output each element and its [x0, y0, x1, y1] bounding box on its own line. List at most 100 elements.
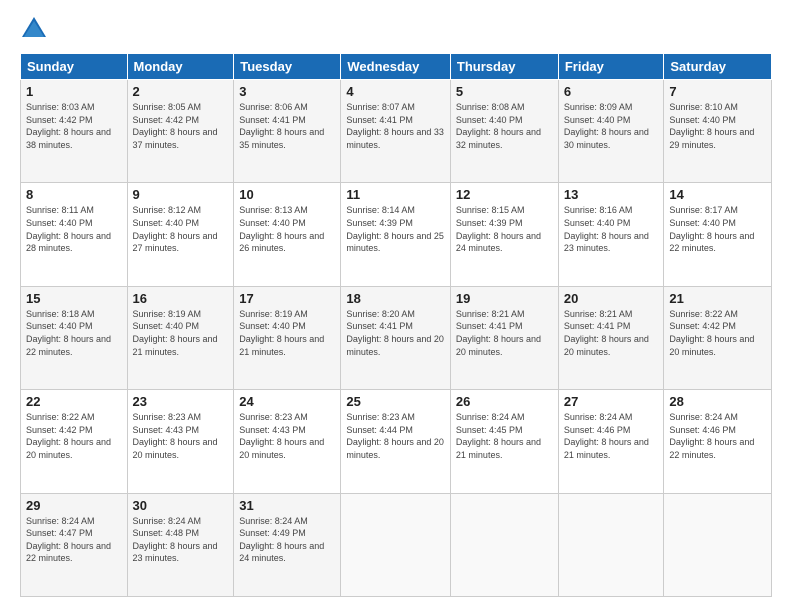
calendar-cell: 12 Sunrise: 8:15 AMSunset: 4:39 PMDayligh…	[450, 183, 558, 286]
day-number: 2	[133, 84, 229, 99]
day-number: 16	[133, 291, 229, 306]
day-info: Sunrise: 8:07 AMSunset: 4:41 PMDaylight:…	[346, 101, 445, 151]
weekday-header-sunday: Sunday	[21, 54, 128, 80]
calendar-cell: 6Sunrise: 8:09 AMSunset: 4:40 PMDaylight…	[558, 80, 664, 183]
day-info: Sunrise: 8:21 AMSunset: 4:41 PMDaylight:…	[456, 308, 553, 358]
calendar-cell: 23 Sunrise: 8:23 AMSunset: 4:43 PMDayligh…	[127, 390, 234, 493]
day-number: 24	[239, 394, 335, 409]
day-info: Sunrise: 8:11 AMSunset: 4:40 PMDaylight:…	[26, 204, 122, 254]
page: SundayMondayTuesdayWednesdayThursdayFrid…	[0, 0, 792, 612]
weekday-header-wednesday: Wednesday	[341, 54, 451, 80]
day-info: Sunrise: 8:15 AMSunset: 4:39 PMDaylight:…	[456, 204, 553, 254]
day-info: Sunrise: 8:16 AMSunset: 4:40 PMDaylight:…	[564, 204, 659, 254]
day-info: Sunrise: 8:24 AMSunset: 4:45 PMDaylight:…	[456, 411, 553, 461]
calendar-cell: 27 Sunrise: 8:24 AMSunset: 4:46 PMDayligh…	[558, 390, 664, 493]
calendar-cell	[450, 493, 558, 596]
weekday-header-saturday: Saturday	[664, 54, 772, 80]
header	[20, 15, 772, 43]
day-info: Sunrise: 8:24 AMSunset: 4:46 PMDaylight:…	[564, 411, 659, 461]
calendar-cell: 21 Sunrise: 8:22 AMSunset: 4:42 PMDayligh…	[664, 286, 772, 389]
calendar-cell: 19 Sunrise: 8:21 AMSunset: 4:41 PMDayligh…	[450, 286, 558, 389]
day-info: Sunrise: 8:23 AMSunset: 4:43 PMDaylight:…	[133, 411, 229, 461]
calendar-cell: 7Sunrise: 8:10 AMSunset: 4:40 PMDaylight…	[664, 80, 772, 183]
day-number: 26	[456, 394, 553, 409]
day-number: 27	[564, 394, 659, 409]
calendar-cell: 4 Sunrise: 8:07 AMSunset: 4:41 PMDaylight…	[341, 80, 451, 183]
calendar-week-row: 1 Sunrise: 8:03 AMSunset: 4:42 PMDaylight…	[21, 80, 772, 183]
day-number: 12	[456, 187, 553, 202]
calendar-cell: 8 Sunrise: 8:11 AMSunset: 4:40 PMDaylight…	[21, 183, 128, 286]
day-info: Sunrise: 8:22 AMSunset: 4:42 PMDaylight:…	[669, 308, 766, 358]
day-info: Sunrise: 8:14 AMSunset: 4:39 PMDaylight:…	[346, 204, 445, 254]
calendar-week-row: 8 Sunrise: 8:11 AMSunset: 4:40 PMDaylight…	[21, 183, 772, 286]
day-info: Sunrise: 8:09 AMSunset: 4:40 PMDaylight:…	[564, 101, 659, 151]
day-number: 23	[133, 394, 229, 409]
calendar-cell: 18Sunrise: 8:20 AMSunset: 4:41 PMDayligh…	[341, 286, 451, 389]
day-info: Sunrise: 8:19 AMSunset: 4:40 PMDaylight:…	[239, 308, 335, 358]
day-number: 25	[346, 394, 445, 409]
calendar-cell: 30Sunrise: 8:24 AMSunset: 4:48 PMDayligh…	[127, 493, 234, 596]
calendar-cell: 24 Sunrise: 8:23 AMSunset: 4:43 PMDayligh…	[234, 390, 341, 493]
calendar-week-row: 22 Sunrise: 8:22 AMSunset: 4:42 PMDayligh…	[21, 390, 772, 493]
day-number: 19	[456, 291, 553, 306]
day-info: Sunrise: 8:24 AMSunset: 4:47 PMDaylight:…	[26, 515, 122, 565]
calendar-cell: 16Sunrise: 8:19 AMSunset: 4:40 PMDayligh…	[127, 286, 234, 389]
logo-icon	[20, 15, 48, 43]
calendar-cell: 11 Sunrise: 8:14 AMSunset: 4:39 PMDayligh…	[341, 183, 451, 286]
calendar-cell	[341, 493, 451, 596]
calendar-cell: 17 Sunrise: 8:19 AMSunset: 4:40 PMDayligh…	[234, 286, 341, 389]
weekday-header-monday: Monday	[127, 54, 234, 80]
calendar-cell: 29 Sunrise: 8:24 AMSunset: 4:47 PMDayligh…	[21, 493, 128, 596]
day-info: Sunrise: 8:23 AMSunset: 4:44 PMDaylight:…	[346, 411, 445, 461]
day-number: 9	[133, 187, 229, 202]
weekday-header-friday: Friday	[558, 54, 664, 80]
calendar-cell: 14 Sunrise: 8:17 AMSunset: 4:40 PMDayligh…	[664, 183, 772, 286]
day-number: 3	[239, 84, 335, 99]
calendar-week-row: 15Sunrise: 8:18 AMSunset: 4:40 PMDayligh…	[21, 286, 772, 389]
calendar-cell: 22 Sunrise: 8:22 AMSunset: 4:42 PMDayligh…	[21, 390, 128, 493]
day-info: Sunrise: 8:22 AMSunset: 4:42 PMDaylight:…	[26, 411, 122, 461]
weekday-header-thursday: Thursday	[450, 54, 558, 80]
calendar-cell: 26 Sunrise: 8:24 AMSunset: 4:45 PMDayligh…	[450, 390, 558, 493]
weekday-header-row: SundayMondayTuesdayWednesdayThursdayFrid…	[21, 54, 772, 80]
day-number: 20	[564, 291, 659, 306]
day-info: Sunrise: 8:23 AMSunset: 4:43 PMDaylight:…	[239, 411, 335, 461]
day-number: 5	[456, 84, 553, 99]
day-number: 15	[26, 291, 122, 306]
day-number: 29	[26, 498, 122, 513]
day-number: 1	[26, 84, 122, 99]
day-info: Sunrise: 8:21 AMSunset: 4:41 PMDaylight:…	[564, 308, 659, 358]
calendar-cell	[664, 493, 772, 596]
day-info: Sunrise: 8:08 AMSunset: 4:40 PMDaylight:…	[456, 101, 553, 151]
calendar-cell: 9 Sunrise: 8:12 AMSunset: 4:40 PMDaylight…	[127, 183, 234, 286]
day-number: 28	[669, 394, 766, 409]
calendar-table: SundayMondayTuesdayWednesdayThursdayFrid…	[20, 53, 772, 597]
day-info: Sunrise: 8:03 AMSunset: 4:42 PMDaylight:…	[26, 101, 122, 151]
day-number: 21	[669, 291, 766, 306]
day-number: 14	[669, 187, 766, 202]
calendar-cell: 31Sunrise: 8:24 AMSunset: 4:49 PMDayligh…	[234, 493, 341, 596]
day-info: Sunrise: 8:05 AMSunset: 4:42 PMDaylight:…	[133, 101, 229, 151]
day-info: Sunrise: 8:12 AMSunset: 4:40 PMDaylight:…	[133, 204, 229, 254]
day-info: Sunrise: 8:13 AMSunset: 4:40 PMDaylight:…	[239, 204, 335, 254]
day-info: Sunrise: 8:24 AMSunset: 4:49 PMDaylight:…	[239, 515, 335, 565]
day-number: 8	[26, 187, 122, 202]
day-number: 18	[346, 291, 445, 306]
calendar-cell: 28 Sunrise: 8:24 AMSunset: 4:46 PMDayligh…	[664, 390, 772, 493]
calendar-cell: 5 Sunrise: 8:08 AMSunset: 4:40 PMDaylight…	[450, 80, 558, 183]
day-number: 11	[346, 187, 445, 202]
calendar-cell: 13 Sunrise: 8:16 AMSunset: 4:40 PMDayligh…	[558, 183, 664, 286]
calendar-cell	[558, 493, 664, 596]
calendar-cell: 1 Sunrise: 8:03 AMSunset: 4:42 PMDaylight…	[21, 80, 128, 183]
logo	[20, 15, 52, 43]
day-number: 13	[564, 187, 659, 202]
day-info: Sunrise: 8:17 AMSunset: 4:40 PMDaylight:…	[669, 204, 766, 254]
day-info: Sunrise: 8:06 AMSunset: 4:41 PMDaylight:…	[239, 101, 335, 151]
day-number: 7	[669, 84, 766, 99]
day-number: 4	[346, 84, 445, 99]
day-info: Sunrise: 8:24 AMSunset: 4:46 PMDaylight:…	[669, 411, 766, 461]
calendar-cell: 15Sunrise: 8:18 AMSunset: 4:40 PMDayligh…	[21, 286, 128, 389]
day-number: 22	[26, 394, 122, 409]
day-number: 17	[239, 291, 335, 306]
calendar-cell: 2 Sunrise: 8:05 AMSunset: 4:42 PMDaylight…	[127, 80, 234, 183]
